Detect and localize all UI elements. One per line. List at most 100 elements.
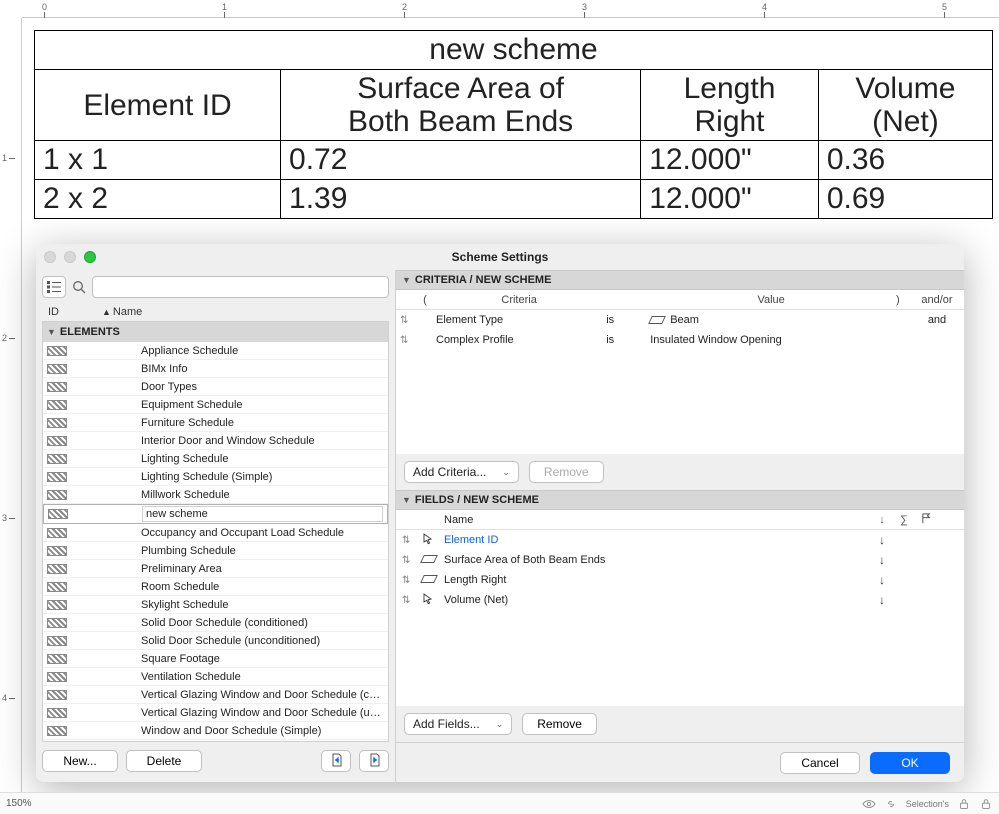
list-item[interactable]: Square Footage bbox=[43, 650, 388, 668]
column-value[interactable]: Value bbox=[650, 294, 892, 306]
table-header-cell: LengthRight bbox=[641, 70, 819, 141]
table-title: new scheme bbox=[35, 31, 993, 70]
list-item[interactable]: Furniture Schedule bbox=[43, 414, 388, 432]
disclosure-triangle-icon[interactable]: ▼ bbox=[402, 275, 411, 285]
import-button[interactable] bbox=[321, 750, 351, 772]
column-id[interactable]: ID bbox=[48, 306, 102, 318]
eye-icon[interactable] bbox=[862, 797, 876, 811]
list-view-icon[interactable] bbox=[42, 276, 66, 298]
column-name[interactable]: Name bbox=[113, 306, 142, 318]
disclosure-triangle-icon[interactable]: ▼ bbox=[47, 327, 56, 337]
column-field-name[interactable]: Name bbox=[444, 514, 868, 526]
list-item-label: Solid Door Schedule (unconditioned) bbox=[141, 635, 384, 647]
drag-handle-icon[interactable]: ⇅ bbox=[400, 315, 414, 326]
list-item-label: Plumbing Schedule bbox=[141, 545, 384, 557]
list-item[interactable]: Door Types bbox=[43, 378, 388, 396]
list-item[interactable]: new scheme bbox=[43, 504, 388, 524]
cursor-icon bbox=[422, 533, 434, 545]
list-item-label: Vertical Glazing Window and Door Schedul… bbox=[141, 689, 384, 701]
field-row[interactable]: ⇅Volume (Net)↓ bbox=[396, 590, 964, 610]
list-item[interactable]: Ventilation Schedule bbox=[43, 668, 388, 686]
hatch-swatch-icon bbox=[48, 509, 68, 519]
fields-section-header[interactable]: ▼ FIELDS / NEW SCHEME bbox=[396, 490, 964, 510]
window-minimize-button[interactable] bbox=[64, 251, 76, 263]
table-header-cell: Element ID bbox=[35, 70, 281, 141]
window-maximize-button[interactable] bbox=[84, 251, 96, 263]
list-item[interactable]: BIMx Info bbox=[43, 360, 388, 378]
sort-direction-icon[interactable]: ↓ bbox=[874, 533, 890, 547]
drag-handle-icon[interactable]: ⇅ bbox=[402, 535, 416, 546]
table-header-cell: Surface Area ofBoth Beam Ends bbox=[281, 70, 641, 141]
sort-indicator-icon: ▲ bbox=[102, 307, 111, 317]
list-item[interactable]: Room Schedule bbox=[43, 578, 388, 596]
column-flag-icon[interactable] bbox=[918, 513, 934, 527]
field-row[interactable]: ⇅Length Right↓ bbox=[396, 570, 964, 590]
link-icon[interactable] bbox=[884, 797, 898, 811]
hatch-swatch-icon bbox=[47, 490, 67, 500]
column-andor[interactable]: and/or bbox=[914, 294, 960, 306]
cancel-button[interactable]: Cancel bbox=[780, 752, 860, 774]
list-item[interactable]: Appliance Schedule bbox=[43, 342, 388, 360]
add-criteria-button[interactable]: Add Criteria... ⌄ bbox=[404, 461, 519, 483]
table-cell: 0.69 bbox=[818, 180, 992, 219]
list-item[interactable]: Occupancy and Occupant Load Schedule bbox=[43, 524, 388, 542]
criteria-row[interactable]: ⇅Element TypeisBeamand bbox=[396, 310, 964, 330]
document-canvas: new scheme Element IDSurface Area ofBoth… bbox=[34, 30, 993, 219]
schemes-list[interactable]: ▼ ELEMENTS Appliance ScheduleBIMx InfoDo… bbox=[42, 322, 389, 742]
zoom-level[interactable]: 150% bbox=[6, 798, 32, 809]
list-item[interactable]: Plumbing Schedule bbox=[43, 542, 388, 560]
list-item[interactable]: Lighting Schedule bbox=[43, 450, 388, 468]
hatch-swatch-icon bbox=[47, 726, 67, 736]
lock-icon[interactable] bbox=[979, 797, 993, 811]
list-item-label: Square Footage bbox=[141, 653, 384, 665]
hatch-swatch-icon bbox=[47, 654, 67, 664]
window-close-button[interactable] bbox=[44, 251, 56, 263]
list-item[interactable]: Solid Door Schedule (conditioned) bbox=[43, 614, 388, 632]
disclosure-triangle-icon[interactable]: ▼ bbox=[402, 495, 411, 505]
add-criteria-label: Add Criteria... bbox=[413, 465, 486, 479]
column-paren-close[interactable]: ) bbox=[896, 294, 910, 306]
list-item[interactable]: Vertical Glazing Window and Door Schedul… bbox=[43, 686, 388, 704]
list-item[interactable]: Interior Door and Window Schedule bbox=[43, 432, 388, 450]
add-fields-button[interactable]: Add Fields... ⌄ bbox=[404, 713, 512, 735]
remove-field-button[interactable]: Remove bbox=[522, 713, 597, 735]
dialog-titlebar[interactable]: Scheme Settings bbox=[36, 244, 964, 270]
sort-direction-icon[interactable]: ↓ bbox=[874, 553, 890, 567]
column-paren-open[interactable]: ( bbox=[418, 294, 432, 306]
hatch-swatch-icon bbox=[47, 672, 67, 682]
column-sum-icon[interactable]: ∑ bbox=[896, 514, 912, 526]
table-header-cell: Volume(Net) bbox=[818, 70, 992, 141]
list-item[interactable]: Skylight Schedule bbox=[43, 596, 388, 614]
search-icon[interactable] bbox=[70, 276, 88, 298]
add-fields-label: Add Fields... bbox=[413, 717, 480, 731]
drag-handle-icon[interactable]: ⇅ bbox=[402, 575, 416, 586]
criteria-row[interactable]: ⇅Complex ProfileisInsulated Window Openi… bbox=[396, 330, 964, 350]
search-input[interactable] bbox=[92, 276, 389, 298]
table-cell: 2 x 2 bbox=[35, 180, 281, 219]
criteria-section-header[interactable]: ▼ CRITERIA / NEW SCHEME bbox=[396, 270, 964, 290]
field-row[interactable]: ⇅Surface Area of Both Beam Ends↓ bbox=[396, 550, 964, 570]
new-scheme-button[interactable]: New... bbox=[42, 750, 118, 772]
list-columns-header[interactable]: ID ▲ Name bbox=[42, 302, 389, 322]
list-item[interactable]: Vertical Glazing Window and Door Schedul… bbox=[43, 704, 388, 722]
list-item[interactable]: Window and Door Schedule (Simple) bbox=[43, 722, 388, 740]
list-item[interactable]: Millwork Schedule bbox=[43, 486, 388, 504]
column-sort-icon[interactable]: ↓ bbox=[874, 514, 890, 526]
drag-handle-icon[interactable]: ⇅ bbox=[400, 335, 414, 346]
lock-icon[interactable] bbox=[957, 797, 971, 811]
field-row[interactable]: ⇅Element ID↓ bbox=[396, 530, 964, 550]
group-header-elements[interactable]: ▼ ELEMENTS bbox=[43, 322, 388, 342]
sort-direction-icon[interactable]: ↓ bbox=[874, 593, 890, 607]
export-button[interactable] bbox=[359, 750, 389, 772]
drag-handle-icon[interactable]: ⇅ bbox=[402, 595, 416, 606]
list-item[interactable]: Preliminary Area bbox=[43, 560, 388, 578]
chevron-down-icon: ⌄ bbox=[496, 719, 504, 730]
list-item[interactable]: Solid Door Schedule (unconditioned) bbox=[43, 632, 388, 650]
ok-button[interactable]: OK bbox=[870, 752, 950, 774]
drag-handle-icon[interactable]: ⇅ bbox=[402, 555, 416, 566]
column-criteria[interactable]: Criteria bbox=[436, 294, 602, 306]
list-item[interactable]: Lighting Schedule (Simple) bbox=[43, 468, 388, 486]
list-item[interactable]: Equipment Schedule bbox=[43, 396, 388, 414]
delete-scheme-button[interactable]: Delete bbox=[126, 750, 202, 772]
sort-direction-icon[interactable]: ↓ bbox=[874, 573, 890, 587]
